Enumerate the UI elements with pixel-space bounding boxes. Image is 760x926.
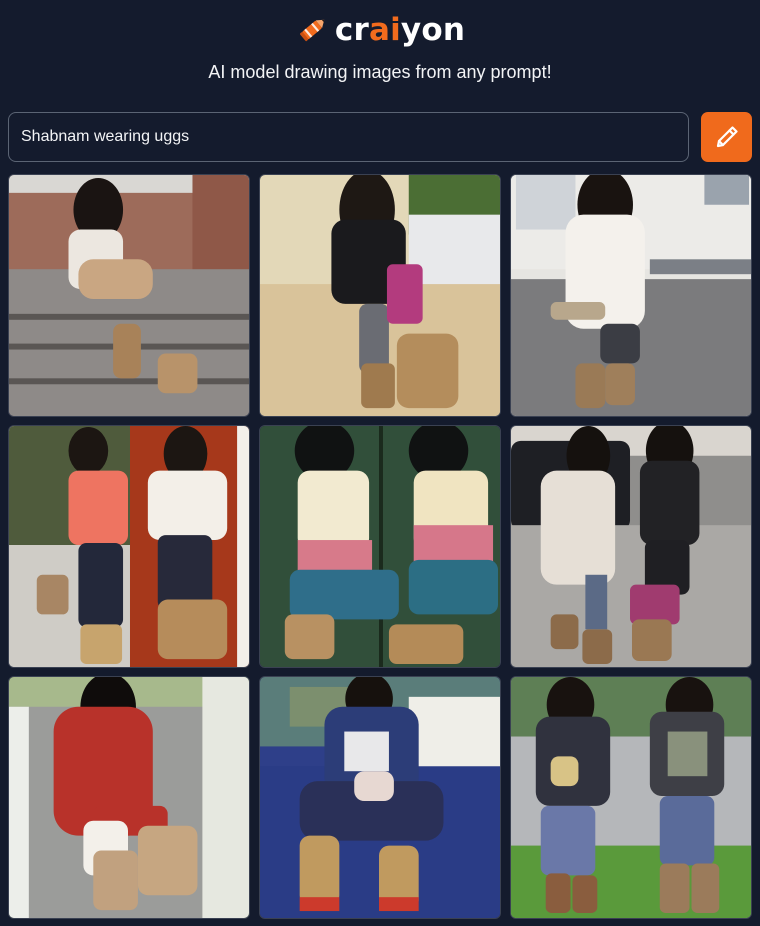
prompt-input[interactable] <box>8 112 689 162</box>
crayon-pencil-icon <box>299 19 325 42</box>
generated-image <box>9 426 249 667</box>
brand-logo[interactable]: craiyon <box>295 12 465 48</box>
generated-image <box>511 426 751 667</box>
result-image[interactable] <box>259 174 501 417</box>
generated-image <box>511 677 751 918</box>
generated-image <box>9 677 249 918</box>
tagline: AI model drawing images from any prompt! <box>208 62 552 82</box>
generated-image <box>260 175 500 416</box>
result-image[interactable] <box>510 425 752 668</box>
result-image[interactable] <box>8 425 250 668</box>
generated-image <box>9 175 249 416</box>
draw-button[interactable] <box>701 112 752 162</box>
result-image[interactable] <box>510 174 752 417</box>
generated-image <box>511 175 751 416</box>
pencil-icon <box>716 126 738 148</box>
craiyon-page: craiyon AI model drawing images from any… <box>0 0 760 926</box>
generated-image <box>260 677 500 918</box>
generated-image <box>260 426 500 667</box>
result-image[interactable] <box>8 676 250 919</box>
result-image[interactable] <box>510 676 752 919</box>
brand-name-suffix: yon <box>400 12 466 48</box>
result-image[interactable] <box>259 425 501 668</box>
brand-wordmark: craiyon <box>335 12 465 48</box>
brand-name-prefix: cr <box>334 12 369 48</box>
brand-name-accent: ai <box>368 12 401 48</box>
brand-header: craiyon <box>0 10 760 50</box>
result-image[interactable] <box>259 676 501 919</box>
results-grid <box>8 174 752 919</box>
result-image[interactable] <box>8 174 250 417</box>
